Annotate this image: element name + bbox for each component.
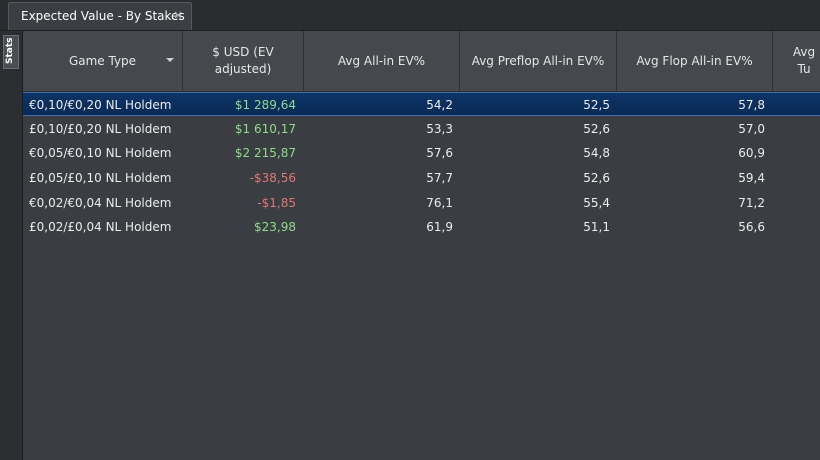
cell-avg-flop-allin-ev: 71,2	[738, 196, 765, 210]
cell-usd: $2 215,87	[234, 146, 296, 160]
cell-avg-preflop-allin-ev: 54,8	[583, 146, 610, 160]
table-row[interactable]: £0,10/£0,20 NL Holdem $1 610,17 53,3 52,…	[23, 117, 820, 141]
stats-grid: Game Type $ USD (EV adjusted) Avg All-in…	[23, 31, 820, 460]
table-row[interactable]: £0,05/£0,10 NL Holdem -$38,56 57,7 52,6 …	[23, 166, 820, 190]
cell-avg-allin-ev: 57,6	[426, 146, 453, 160]
tab-label: Expected Value - By Stakes	[21, 9, 185, 23]
column-header-avg-allin-ev[interactable]: Avg All-in EV%	[304, 31, 460, 91]
cell-game-type: €0,10/€0,20 NL Holdem	[29, 98, 172, 112]
cell-avg-flop-allin-ev: 59,4	[738, 171, 765, 185]
cell-avg-preflop-allin-ev: 52,6	[583, 171, 610, 185]
column-header-game-type[interactable]: Game Type	[23, 31, 183, 91]
cell-avg-flop-allin-ev: 57,0	[738, 122, 765, 136]
cell-avg-allin-ev: 53,3	[426, 122, 453, 136]
column-header-label: Avg Preflop All-in EV%	[471, 53, 605, 68]
sidebar: Stats	[0, 31, 23, 460]
tab-bar: Expected Value - By Stakes ×	[0, 0, 820, 31]
column-header-label: Avg Tu	[792, 45, 816, 76]
cell-avg-allin-ev: 57,7	[426, 171, 453, 185]
cell-usd: -$1,85	[257, 196, 296, 210]
table-row[interactable]: €0,10/€0,20 NL Holdem $1 289,64 54,2 52,…	[23, 92, 820, 116]
column-header-label: Game Type	[68, 53, 137, 68]
cell-avg-preflop-allin-ev: 51,1	[583, 220, 610, 234]
cell-game-type: €0,05/€0,10 NL Holdem	[29, 146, 172, 160]
table-row[interactable]: €0,02/€0,04 NL Holdem -$1,85 76,1 55,4 7…	[23, 191, 820, 215]
cell-avg-allin-ev: 76,1	[426, 196, 453, 210]
column-header-avg-turn-allin-ev[interactable]: Avg Tu	[773, 31, 820, 91]
cell-usd: $1 289,64	[234, 98, 296, 112]
column-header-avg-flop-allin-ev[interactable]: Avg Flop All-in EV%	[617, 31, 773, 91]
cell-usd: $23,98	[254, 220, 296, 234]
cell-avg-preflop-allin-ev: 52,6	[583, 122, 610, 136]
cell-game-type: £0,02/£0,04 NL Holdem	[29, 220, 172, 234]
cell-avg-preflop-allin-ev: 55,4	[583, 196, 610, 210]
table-row[interactable]: £0,02/£0,04 NL Holdem $23,98 61,9 51,1 5…	[23, 215, 820, 239]
cell-avg-flop-allin-ev: 57,8	[738, 98, 765, 112]
grid-header: Game Type $ USD (EV adjusted) Avg All-in…	[23, 31, 820, 93]
cell-avg-flop-allin-ev: 56,6	[738, 220, 765, 234]
dropdown-arrow-icon[interactable]	[166, 58, 174, 62]
column-header-label: Avg All-in EV%	[337, 53, 426, 68]
cell-avg-allin-ev: 61,9	[426, 220, 453, 234]
cell-usd: -$38,56	[249, 171, 296, 185]
table-row[interactable]: €0,05/€0,10 NL Holdem $2 215,87 57,6 54,…	[23, 141, 820, 165]
column-header-label: $ USD (EV adjusted)	[212, 45, 274, 76]
column-header-usd-ev-adjusted[interactable]: $ USD (EV adjusted)	[183, 31, 304, 91]
cell-game-type: €0,02/€0,04 NL Holdem	[29, 196, 172, 210]
close-icon[interactable]: ×	[173, 8, 183, 22]
cell-usd: $1 610,17	[234, 122, 296, 136]
stats-side-tab[interactable]: Stats	[3, 35, 19, 69]
column-header-avg-preflop-allin-ev[interactable]: Avg Preflop All-in EV%	[460, 31, 617, 91]
column-header-label: Avg Flop All-in EV%	[636, 53, 753, 68]
cell-game-type: £0,05/£0,10 NL Holdem	[29, 171, 172, 185]
cell-game-type: £0,10/£0,20 NL Holdem	[29, 122, 172, 136]
cell-avg-preflop-allin-ev: 52,5	[583, 98, 610, 112]
cell-avg-allin-ev: 54,2	[426, 98, 453, 112]
tab-expected-value-by-stakes[interactable]: Expected Value - By Stakes ×	[8, 2, 192, 30]
cell-avg-flop-allin-ev: 60,9	[738, 146, 765, 160]
stats-side-tab-label: Stats	[5, 37, 15, 64]
